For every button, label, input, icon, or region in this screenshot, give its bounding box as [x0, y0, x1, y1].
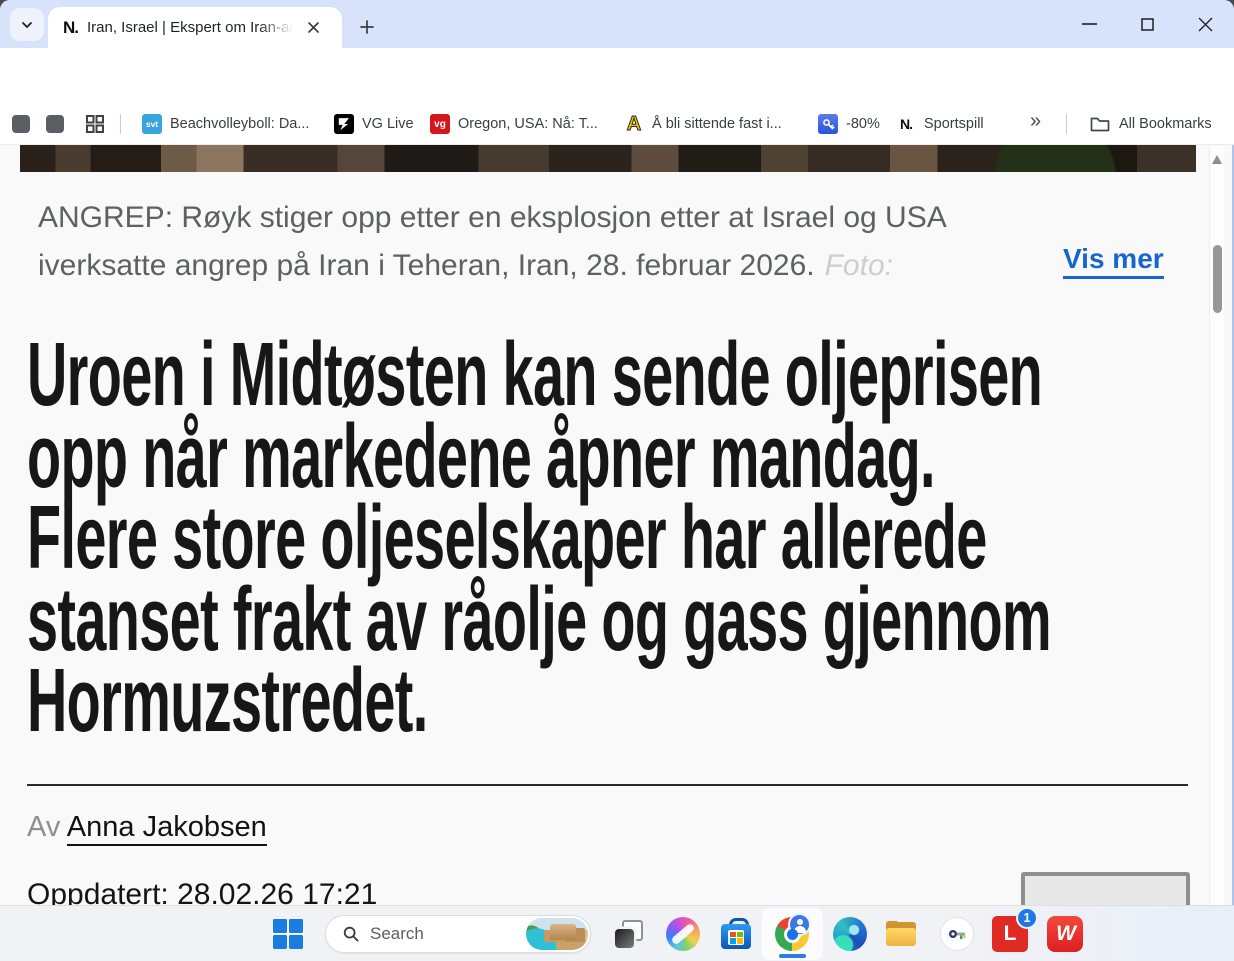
pinned-square-icon-2[interactable] — [46, 115, 64, 133]
photo-caption: ANGREP: Røyk stiger opp etter en eksplos… — [38, 194, 947, 290]
maximize-icon — [1141, 18, 1154, 31]
taskbar: Search L 1 W — [0, 905, 1234, 961]
chrome-active-indicator — [779, 954, 806, 958]
scrollbar-up-arrow[interactable] — [1212, 155, 1222, 164]
search-icon — [342, 925, 360, 943]
author-link[interactable]: Anna Jakobsen — [67, 811, 267, 846]
l-app-icon[interactable]: L 1 — [992, 916, 1028, 952]
page-content: ANGREP: Røyk stiger opp etter en eksplos… — [0, 145, 1234, 905]
chevron-down-icon — [20, 18, 34, 32]
byline-divider — [27, 784, 1188, 786]
bing-daily-image[interactable] — [526, 918, 588, 950]
tab-title-fade — [259, 19, 299, 36]
bookmarks-separator — [120, 114, 121, 134]
wps-office-icon[interactable]: W — [1047, 916, 1083, 952]
scrollbar[interactable] — [1209, 146, 1224, 905]
scrollbar-thumb[interactable] — [1213, 245, 1222, 313]
key-favicon — [818, 114, 838, 134]
chrome-taskbar-button[interactable] — [762, 908, 823, 960]
all-bookmarks-button[interactable]: All Bookmarks — [1090, 104, 1212, 144]
close-icon — [1198, 17, 1213, 32]
taskbar-search[interactable]: Search — [325, 915, 591, 953]
bookmark-discount[interactable]: -80% — [818, 104, 880, 144]
vg-live-favicon — [334, 114, 354, 134]
file-explorer-icon[interactable] — [884, 917, 918, 951]
byline: Av Anna Jakobsen — [27, 811, 267, 844]
article-photo — [20, 145, 1196, 172]
bookmarks-overflow-chevron[interactable]: » — [1030, 110, 1041, 133]
apps-grid-button[interactable] — [86, 115, 104, 138]
window-controls — [1060, 0, 1234, 48]
minimize-button[interactable] — [1060, 0, 1118, 48]
article-headline: Uroen i Midtøsten kan sende oljeprisen o… — [27, 335, 1051, 743]
toolbar: nettavisen.no/okonomi/sjefokonom-om-iran… — [0, 48, 1234, 104]
copilot-icon[interactable] — [666, 917, 700, 951]
clipped-action-button[interactable] — [1021, 872, 1190, 905]
new-tab-button[interactable] — [352, 12, 382, 42]
titlebar: N. Iran, Israel | Ekspert om Iran-ang — [0, 0, 1234, 48]
folder-icon — [1090, 115, 1110, 133]
tab-close-button[interactable] — [301, 16, 325, 40]
bookmark-sportspill[interactable]: N. Sportspill — [896, 104, 984, 144]
bookmarks-bar: svt Beachvolleyboll: Da... VG Live vg Or… — [0, 104, 1234, 145]
maximize-button[interactable] — [1118, 0, 1176, 48]
start-button[interactable] — [273, 919, 303, 949]
task-view-icon[interactable] — [612, 917, 646, 951]
microsoft-store-icon[interactable] — [719, 917, 753, 951]
svt-favicon: svt — [142, 114, 162, 134]
minimize-icon — [1082, 23, 1097, 25]
edge-icon[interactable] — [833, 917, 867, 951]
apps-grid-icon — [86, 115, 104, 133]
tab-title: Iran, Israel | Ekspert om Iran-ang — [87, 19, 299, 36]
photo-credit: Foto: — [825, 249, 893, 282]
tab-search-button[interactable] — [10, 8, 44, 41]
close-icon — [307, 21, 320, 34]
close-button[interactable] — [1176, 0, 1234, 48]
bookmark-sittende-fast[interactable]: A Å bli sittende fast i... — [624, 104, 782, 144]
bookmark-oregon[interactable]: vg Oregon, USA: Nå: T... — [430, 104, 598, 144]
show-more-link[interactable]: Vis mer — [1063, 242, 1164, 279]
password-manager-icon[interactable] — [940, 917, 974, 951]
browser-tab[interactable]: N. Iran, Israel | Ekspert om Iran-ang — [48, 7, 342, 48]
notification-badge: 1 — [1016, 907, 1038, 929]
pinned-square-icon-1[interactable] — [12, 115, 30, 133]
nettavisen-favicon: N. — [896, 114, 916, 134]
screen: N. Iran, Israel | Ekspert om Iran-ang — [0, 0, 1234, 961]
chrome-profile-badge — [788, 913, 811, 936]
bookmarks-separator-2 — [1066, 114, 1067, 134]
search-label: Search — [370, 924, 424, 944]
bookmark-vg-live[interactable]: VG Live — [334, 104, 414, 144]
plus-icon — [359, 19, 375, 35]
chrome-icon — [775, 917, 809, 951]
a-yellow-favicon: A — [624, 114, 644, 134]
browser-window: N. Iran, Israel | Ekspert om Iran-ang — [0, 0, 1234, 905]
bookmark-svt[interactable]: svt Beachvolleyboll: Da... — [142, 104, 309, 144]
tab-favicon-nettavisen: N. — [63, 18, 78, 38]
vg-red-favicon: vg — [430, 114, 450, 134]
updated-timestamp: Oppdatert: 28.02.26 17:21 — [27, 878, 377, 905]
